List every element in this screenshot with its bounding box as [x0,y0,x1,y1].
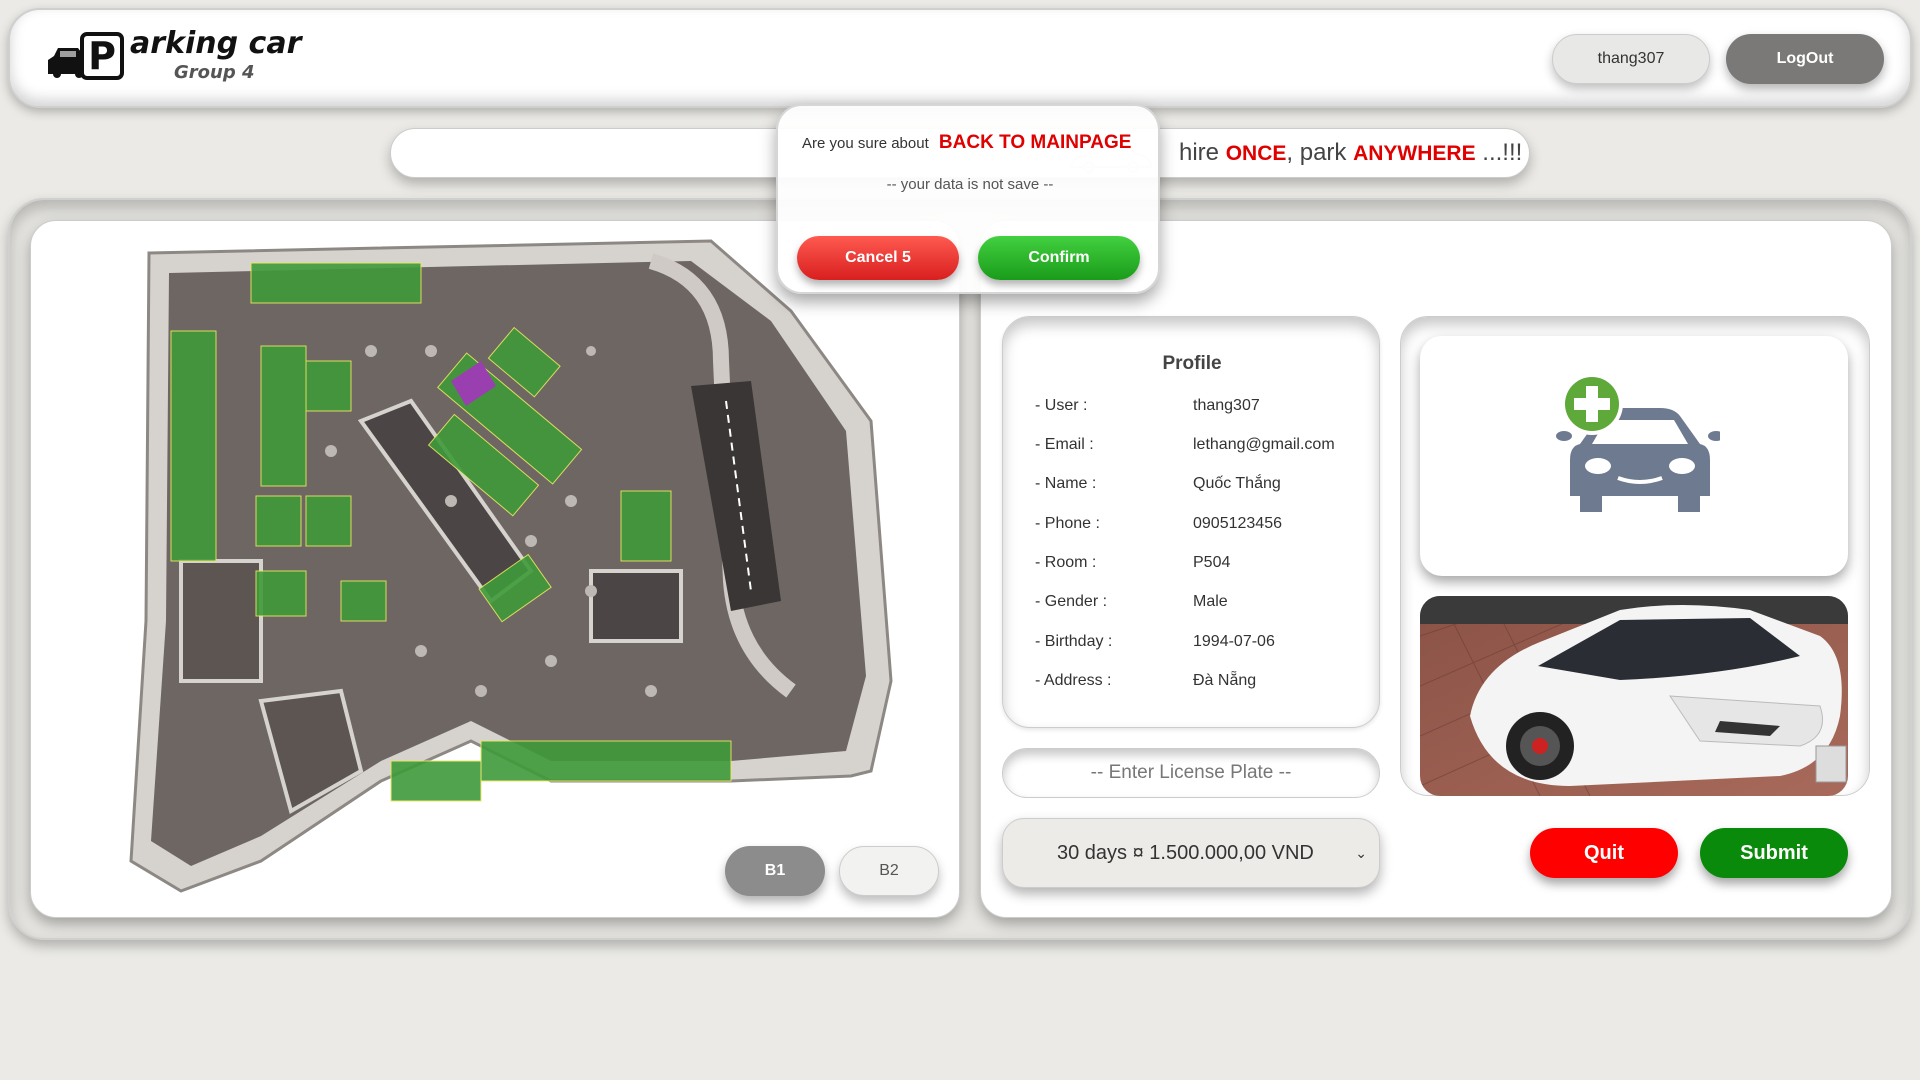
profile-row-name: - Name : Quốc Thắng [1033,475,1363,499]
profile-value: P504 [1193,554,1231,571]
chevron-down-icon: ⌄ [1355,845,1367,861]
dialog-warning: -- your data is not save -- [886,176,1054,193]
plan-select[interactable]: 30 days ¤ 1.500.000,00 VND ⌄ [1002,818,1380,888]
profile-row-address: - Address : Đà Nẵng [1033,672,1363,696]
floor-b1-button[interactable]: B1 [725,846,825,896]
profile-row-birthday: - Birthday : 1994-07-06 [1033,633,1363,657]
logo-p-letter: P [80,32,124,80]
profile-label: - Phone : [1035,515,1100,532]
profile-row-phone: - Phone : 0905123456 [1033,515,1363,539]
logo-subtitle: Group 4 [174,62,255,83]
profile-row-gender: - Gender : Male [1033,593,1363,617]
profile-card: Profile - User : thang307 - Email : leth… [1002,316,1380,728]
profile-value: Quốc Thắng [1193,475,1281,492]
slogan-hire: hire [1179,139,1220,166]
submit-button[interactable]: Submit [1700,828,1848,878]
sports-car-image [1420,596,1848,796]
vehicle-photo [1420,596,1848,796]
slogan-text: hire ONCE, park ANYWHERE ...!!! [1179,139,1522,167]
profile-row-email: - Email : lethang@gmail.com [1033,436,1363,460]
dialog-target: BACK TO MAINPAGE [938,132,1132,153]
logout-button[interactable]: LogOut [1726,34,1884,84]
profile-value: 1994-07-06 [1193,633,1275,650]
profile-value: Đà Nẵng [1193,672,1257,689]
add-car-button[interactable] [1420,336,1848,576]
profile-value: lethang@gmail.com [1193,436,1335,453]
confirm-button[interactable]: Confirm [978,236,1140,280]
profile-value: thang307 [1193,397,1260,414]
profile-label: - Birthday : [1035,633,1113,650]
slogan-tail: ...!!! [1475,139,1523,166]
profile-value: Male [1193,593,1228,610]
user-button[interactable]: thang307 [1552,34,1710,84]
plan-selected-value: 30 days ¤ 1.500.000,00 VND [1057,842,1314,864]
slogan-park: , park [1286,139,1347,166]
slogan-anywhere: ANYWHERE [1353,142,1476,165]
cancel-button[interactable]: Cancel 5 [797,236,959,280]
add-car-icon [1556,374,1720,512]
floor-b2-button[interactable]: B2 [839,846,939,896]
profile-label: - Email : [1035,436,1094,453]
app-logo[interactable]: P arking car Group 4 [40,24,302,90]
profile-label: - Room : [1035,554,1097,571]
parking-map-card [30,220,960,918]
profile-label: - Name : [1035,475,1097,492]
profile-value: 0905123456 [1193,515,1282,532]
profile-label: - User : [1035,397,1088,414]
slogan-once: ONCE [1225,142,1287,165]
profile-label: - Address : [1035,672,1112,689]
quit-button[interactable]: Quit [1530,828,1678,878]
profile-row-room: - Room : P504 [1033,554,1363,578]
profile-label: - Gender : [1035,593,1108,610]
dialog-question-text: Are you sure about [802,135,929,152]
profile-title: Profile [1162,353,1222,374]
parking-floor-map[interactable] [31,221,960,918]
profile-row-user: - User : thang307 [1033,397,1363,421]
dialog-question: Are you sure about BACK TO MAINPAGE [802,132,1131,154]
license-plate-input[interactable] [1002,748,1380,798]
logo-title: arking car [130,26,302,61]
confirm-dialog: Are you sure about BACK TO MAINPAGE -- y… [776,104,1160,294]
